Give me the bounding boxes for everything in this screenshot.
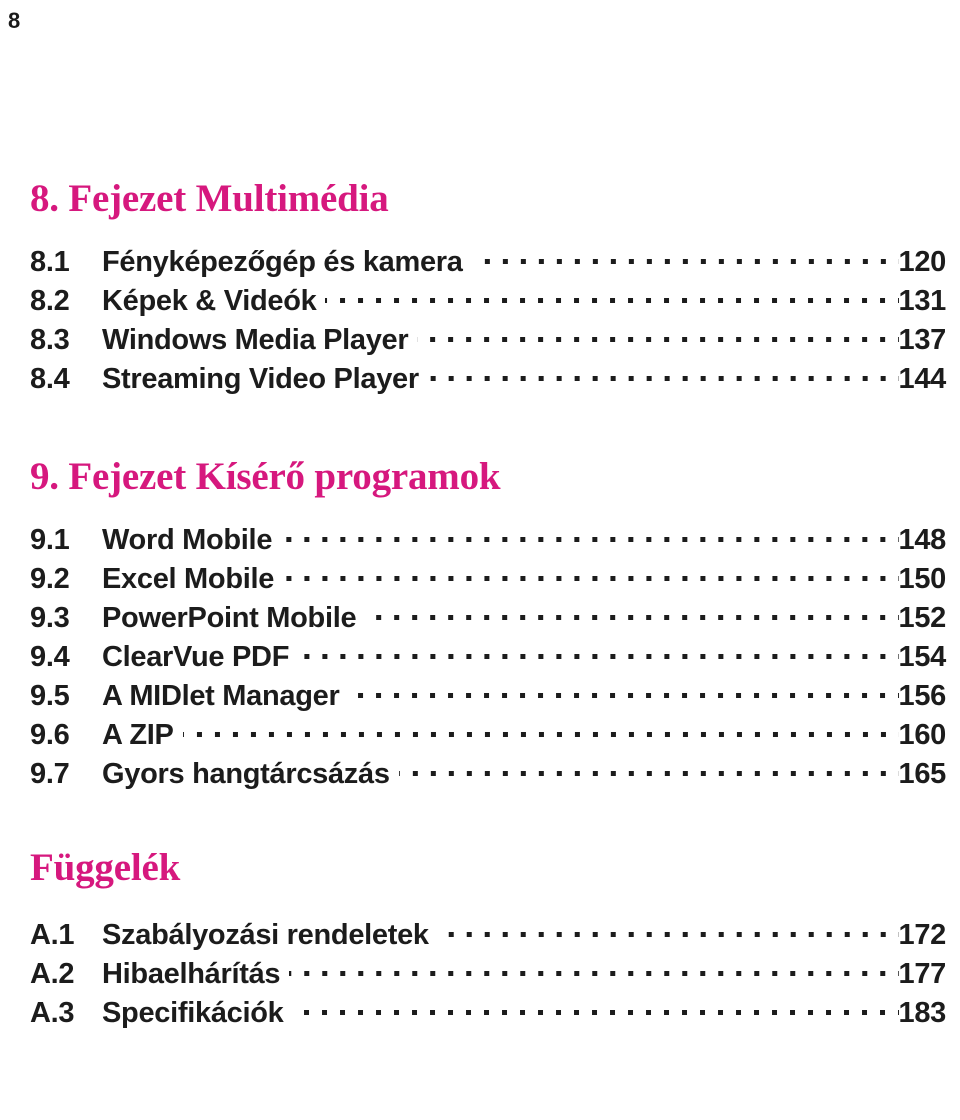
toc-content: 8. Fejezet Multimédia 8.1 Fényképezőgép … — [30, 177, 946, 1032]
entry-number: A.1 — [30, 919, 75, 952]
toc-entry[interactable]: 9.6 A ZIP 160 — [30, 715, 946, 754]
entry-title: Gyors hangtárcsázás — [102, 758, 390, 791]
toc-entry[interactable]: 8.2 Képek & Videók 131 — [30, 281, 946, 320]
entry-title: Word Mobile — [102, 524, 273, 557]
entry-number: 9.3 — [30, 602, 70, 635]
entry-list-chapter-9: 9.1 Word Mobile 148 9.2 Excel Mobile 150… — [30, 520, 946, 793]
entry-title: A ZIP — [102, 719, 174, 752]
entry-title: Képek & Videók — [102, 285, 317, 318]
toc-entry[interactable]: 9.5 A MIDlet Manager 156 — [30, 676, 946, 715]
entry-page-number: 156 — [898, 680, 947, 713]
entry-page-number: 131 — [898, 285, 947, 318]
toc-entry[interactable]: 9.3 PowerPoint Mobile 152 — [30, 598, 946, 637]
entry-list-appendix: A.1 Szabályozási rendeletek 172 A.2 Hiba… — [30, 915, 946, 1032]
toc-entry[interactable]: 9.2 Excel Mobile 150 — [30, 559, 946, 598]
toc-entry[interactable]: 9.7 Gyors hangtárcsázás 165 — [30, 754, 946, 793]
entry-number: 8.2 — [30, 285, 70, 318]
dot-leader — [325, 281, 899, 310]
toc-entry[interactable]: A.3 Specifikációk 183 — [30, 993, 946, 1032]
entry-number: 9.2 — [30, 563, 70, 596]
dot-leader — [417, 320, 899, 349]
entry-page-number: 148 — [898, 524, 947, 557]
dot-leader — [289, 954, 899, 983]
toc-page: 8 8. Fejezet Multimédia 8.1 Fényképezőgé… — [0, 0, 960, 1120]
dot-leader — [398, 754, 899, 783]
entry-page-number: 177 — [898, 958, 947, 991]
entry-page-number: 120 — [898, 246, 947, 279]
toc-entry[interactable]: 8.4 Streaming Video Player 144 — [30, 359, 946, 398]
entry-title: Streaming Video Player — [102, 363, 419, 396]
toc-entry[interactable]: 8.1 Fényképezőgép és kamera 120 — [30, 242, 946, 281]
entry-number: 9.6 — [30, 719, 70, 752]
dot-leader — [437, 915, 899, 944]
entry-number: 9.5 — [30, 680, 70, 713]
entry-number: 8.1 — [30, 246, 70, 279]
toc-section-appendix: Függelék A.1 Szabályozási rendeletek 172… — [30, 847, 946, 1032]
dot-leader — [471, 242, 899, 271]
dot-leader — [182, 715, 899, 744]
dot-leader — [292, 993, 899, 1022]
entry-title: Windows Media Player — [102, 324, 409, 357]
entry-title: ClearVue PDF — [102, 641, 290, 674]
toc-entry[interactable]: A.2 Hibaelhárítás 177 — [30, 954, 946, 993]
dot-leader — [348, 676, 899, 705]
entry-page-number: 150 — [898, 563, 947, 596]
entry-number: 8.3 — [30, 324, 70, 357]
entry-page-number: 160 — [898, 719, 947, 752]
entry-title: A MIDlet Manager — [102, 680, 340, 713]
entry-title: Hibaelhárítás — [102, 958, 281, 991]
entry-page-number: 152 — [898, 602, 947, 635]
entry-title: Szabályozási rendeletek — [102, 919, 429, 952]
entry-page-number: 165 — [898, 758, 947, 791]
dot-leader — [365, 598, 899, 627]
entry-page-number: 183 — [898, 997, 947, 1030]
entry-number: 9.1 — [30, 524, 70, 557]
toc-entry[interactable]: 9.4 ClearVue PDF 154 — [30, 637, 946, 676]
toc-entry[interactable]: 8.3 Windows Media Player 137 — [30, 320, 946, 359]
entry-number: A.2 — [30, 958, 75, 991]
toc-section-chapter-8: 8. Fejezet Multimédia 8.1 Fényképezőgép … — [30, 177, 946, 398]
entry-page-number: 172 — [898, 919, 947, 952]
entry-title: Fényképezőgép és kamera — [102, 246, 463, 279]
dot-leader — [283, 559, 899, 588]
entry-title: Specifikációk — [102, 997, 284, 1030]
toc-section-chapter-9: 9. Fejezet Kísérő programok 9.1 Word Mob… — [30, 455, 946, 793]
dot-leader — [298, 637, 899, 666]
entry-number: 9.4 — [30, 641, 70, 674]
page-folio-number: 8 — [8, 8, 21, 33]
entry-number: 9.7 — [30, 758, 70, 791]
entry-title: PowerPoint Mobile — [102, 602, 357, 635]
entry-number: 8.4 — [30, 363, 70, 396]
entry-page-number: 154 — [898, 641, 947, 674]
section-heading-appendix: Függelék — [30, 846, 181, 890]
toc-entry[interactable]: 9.1 Word Mobile 148 — [30, 520, 946, 559]
section-heading-chapter-9: 9. Fejezet Kísérő programok — [30, 455, 501, 499]
dot-leader — [281, 520, 899, 549]
dot-leader — [427, 359, 899, 388]
entry-page-number: 144 — [898, 363, 947, 396]
toc-entry[interactable]: A.1 Szabályozási rendeletek 172 — [30, 915, 946, 954]
entry-page-number: 137 — [898, 324, 947, 357]
section-heading-chapter-8: 8. Fejezet Multimédia — [30, 177, 389, 220]
entry-number: A.3 — [30, 997, 75, 1030]
entry-list-chapter-8: 8.1 Fényképezőgép és kamera 120 8.2 Képe… — [30, 242, 946, 398]
entry-title: Excel Mobile — [102, 563, 275, 596]
